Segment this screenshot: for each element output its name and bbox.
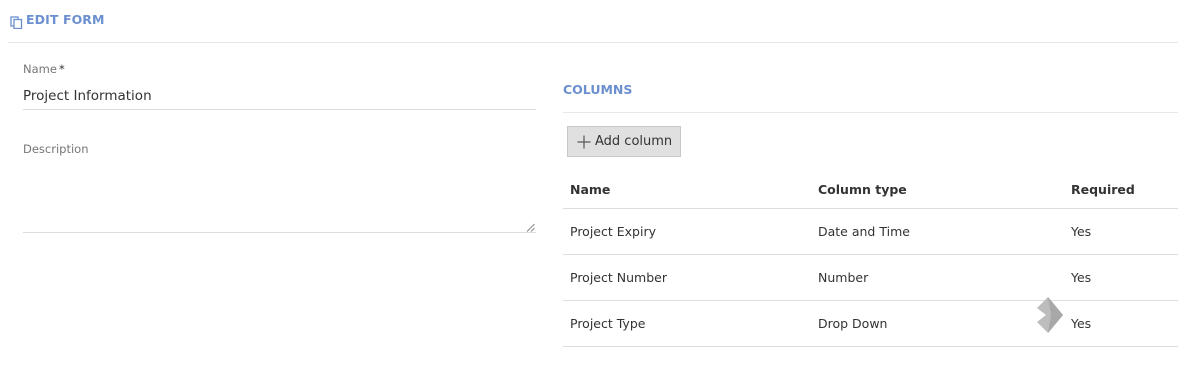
columns-section-title: COLUMNS [563,82,633,97]
name-label-text: Name [23,62,57,76]
columns-table: Name Column type Required Project Expiry… [563,172,1178,347]
cell-type: Number [811,254,1064,301]
page-title: EDIT FORM [26,12,105,27]
name-input[interactable] [23,83,536,110]
copy-icon [10,16,23,29]
table-row[interactable]: Project Expiry Date and Time Yes [563,208,1178,255]
description-textarea[interactable] [23,164,536,233]
header-column-type: Column type [811,172,1064,209]
cell-name: Project Number [563,254,811,301]
cell-required: Yes [1064,254,1178,301]
description-field-label: Description [23,142,89,156]
cell-required: Yes [1064,300,1178,347]
cell-name: Project Expiry [563,208,811,255]
table-row[interactable]: Project Number Number Yes [563,254,1178,301]
cell-name: Project Type [563,300,811,347]
cell-type: Date and Time [811,208,1064,255]
name-field-label: Name * [23,62,65,76]
add-column-button[interactable]: Add column [567,126,681,157]
required-marker: * [58,62,65,76]
columns-divider [563,112,1178,113]
drag-chevron-icon [1037,297,1063,333]
edit-form-page: EDIT FORM Name* Description COLUMNS Add … [0,0,1178,366]
add-column-label: Add column [595,134,673,149]
table-header-row: Name Column type Required [563,172,1178,209]
table-row[interactable]: Project Type Drop Down Yes [563,300,1178,347]
plus-icon [577,135,591,148]
resize-grip-icon[interactable] [526,223,535,232]
header-required: Required [1064,172,1178,209]
page-header: EDIT FORM [8,10,1178,43]
cell-required: Yes [1064,208,1178,255]
header-name: Name [563,172,811,209]
cell-type: Drop Down [811,300,1064,347]
